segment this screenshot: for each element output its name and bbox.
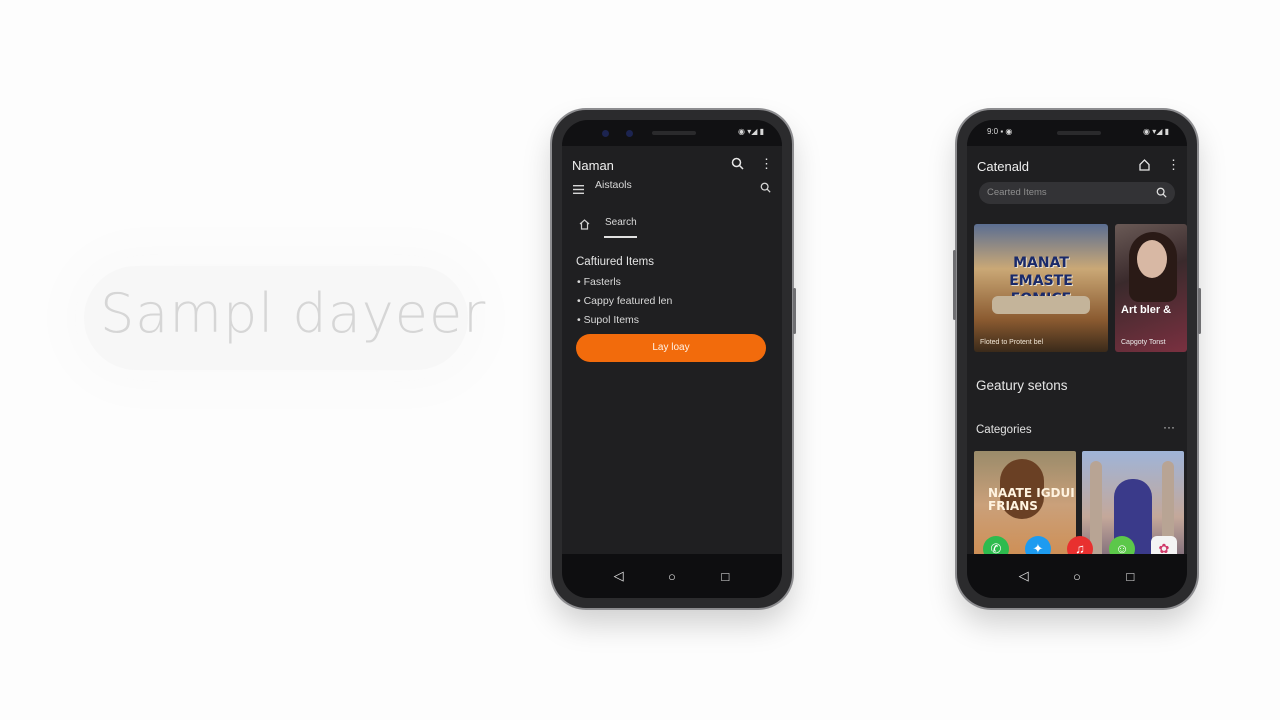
hero-heading: Sampl dayeer — [100, 282, 487, 345]
tab-indicator — [604, 236, 637, 238]
more-vert-icon[interactable]: ⋮ — [1167, 157, 1180, 173]
left-phone: ◉ ▾◢ ▮ Naman ⋮ Aistaols Search Caftiured… — [552, 110, 796, 608]
earpiece — [1057, 131, 1101, 135]
volume-button — [953, 250, 956, 320]
home-circle-icon[interactable]: ○ — [662, 569, 682, 584]
list-item-label: Cappy featured len — [583, 295, 673, 307]
more-vert-icon[interactable]: ⋮ — [760, 156, 773, 172]
list-item[interactable]: • Cappy featured len — [577, 295, 672, 307]
menu-label[interactable]: Aistaols — [595, 179, 632, 191]
status-bar: ◉ ▾◢ ▮ — [562, 120, 782, 146]
hamburger-icon[interactable] — [573, 181, 584, 199]
portrait-caption: Capgoty Tonst — [1121, 339, 1166, 346]
list-item[interactable]: • Supol Items — [577, 314, 639, 326]
tile-caption: NAATE IGDUI FRIANS — [988, 486, 1075, 513]
home-icon[interactable] — [1139, 158, 1150, 176]
search-placeholder: Cearted Items — [987, 187, 1047, 198]
left-screen: ◉ ▾◢ ▮ Naman ⋮ Aistaols Search Caftiured… — [562, 120, 782, 598]
back-icon[interactable]: ◁ — [609, 568, 629, 584]
search-icon[interactable] — [1156, 187, 1167, 201]
front-sensor — [626, 130, 633, 137]
list-item-label: Supol Items — [583, 314, 640, 326]
more-horiz-icon[interactable]: ··· — [1163, 420, 1175, 434]
home-icon[interactable] — [579, 217, 590, 235]
app-title: Catenald — [977, 159, 1030, 174]
portrait-face — [1137, 240, 1167, 278]
tab-search[interactable]: Search — [605, 217, 637, 228]
status-icons: ◉ ▾◢ ▮ — [738, 127, 764, 136]
list-item[interactable]: • Fasterls — [577, 276, 621, 288]
right-screen: 9:0 ▪ ◉ ◉ ▾◢ ▮ Catenald ⋮ Cearted Items … — [967, 120, 1187, 598]
earpiece — [652, 131, 696, 135]
status-time: 9:0 ▪ ◉ — [987, 127, 1013, 136]
power-button — [793, 288, 796, 334]
right-phone: 9:0 ▪ ◉ ◉ ▾◢ ▮ Catenald ⋮ Cearted Items … — [953, 110, 1201, 608]
search-input[interactable]: Cearted Items — [979, 182, 1175, 204]
poster-car-image — [992, 296, 1090, 314]
recents-icon[interactable]: □ — [715, 569, 735, 584]
search-icon[interactable] — [731, 157, 744, 173]
search-icon[interactable] — [760, 180, 771, 198]
featured-poster-card[interactable]: MANAT EMASTE FOMICE Floted to Protent be… — [974, 224, 1108, 352]
android-nav-bar: ◁ ○ □ — [967, 554, 1187, 598]
poster-caption: Floted to Protent bel — [980, 339, 1044, 346]
recents-icon[interactable]: □ — [1120, 569, 1140, 584]
power-button — [1198, 288, 1201, 334]
portrait-title: Art bler & — [1121, 304, 1172, 316]
primary-action-button[interactable]: Lay loay — [576, 334, 766, 362]
front-camera — [602, 130, 609, 137]
categories-label: Categories — [976, 424, 1032, 436]
section-title: Caftiured Items — [576, 256, 654, 268]
app-title: Naman — [572, 158, 614, 173]
status-bar: 9:0 ▪ ◉ ◉ ▾◢ ▮ — [967, 120, 1187, 146]
back-icon[interactable]: ◁ — [1014, 568, 1034, 584]
section-heading: Geatury setons — [976, 378, 1068, 393]
list-item-label: Fasterls — [583, 276, 621, 288]
featured-portrait-card[interactable]: Art bler & Capgoty Tonst — [1115, 224, 1187, 352]
android-nav-bar: ◁ ○ □ — [562, 554, 782, 598]
home-circle-icon[interactable]: ○ — [1067, 569, 1087, 584]
status-icons: ◉ ▾◢ ▮ — [1143, 127, 1169, 136]
